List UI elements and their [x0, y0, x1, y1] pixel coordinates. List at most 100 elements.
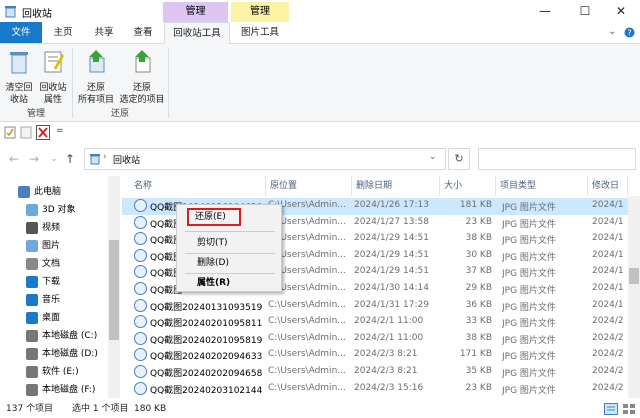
download-icon	[26, 276, 38, 288]
status-selected-count: 选中 1 个项目	[72, 404, 129, 414]
forward-button[interactable]: →	[26, 150, 42, 168]
maximize-button[interactable]: ☐	[566, 0, 604, 24]
cell-type: JPG 图片文件	[502, 352, 556, 363]
column-header-modified[interactable]: 修改日	[588, 176, 628, 196]
breadcrumb-separator-icon[interactable]: ›	[103, 152, 107, 162]
cell-date: 2024/1/31 17:29	[354, 299, 429, 310]
empty-recycle-bin-button[interactable]: 清空回 收站	[2, 48, 36, 106]
cell-size: 38 KB	[465, 332, 492, 343]
cell-mod: 2024/2	[592, 349, 624, 360]
nav-scrollbar-thumb[interactable]	[109, 240, 119, 340]
nav-item[interactable]: 下载	[0, 272, 120, 292]
document-icon	[26, 258, 38, 270]
cell-mod: 2024/2	[592, 316, 624, 327]
cell-type: JPG 图片文件	[502, 369, 556, 379]
address-dropdown-icon[interactable]: ⌄	[429, 152, 437, 162]
ribbon-tabs: 文件 主页 共享 查看 回收站工具 图片工具 ⌄ ?	[0, 22, 640, 44]
nav-item[interactable]: 本地磁盘 (D:)	[0, 344, 120, 364]
empty-bin-label-2: 收站	[9, 95, 28, 105]
cell-date: 2024/2/1 11:00	[354, 332, 424, 343]
restore-selected-label-2: 选定的项目	[119, 95, 165, 105]
jpg-file-icon	[134, 199, 147, 212]
cell-mod: 2024/2	[592, 366, 624, 376]
cell-name: QQ截图20240203102144	[150, 385, 263, 396]
table-row[interactable]: QQ截图20240202094633 C:\Users\Admin... 2024/…	[122, 347, 628, 364]
nav-item[interactable]: 本地磁盘 (F:)	[0, 380, 120, 400]
menu-item-properties[interactable]: 属性(R)	[181, 273, 277, 293]
tab-picture-tools[interactable]: 图片工具	[232, 22, 288, 43]
menu-item-delete[interactable]: 删除(D)	[181, 253, 277, 273]
cell-date: 2024/1/29 14:51	[354, 249, 429, 260]
jpg-file-icon	[134, 265, 147, 279]
cell-size: 33 KB	[465, 316, 492, 327]
cell-date: 2024/2/1 11:00	[354, 316, 424, 327]
context-menu: 还原(E) 剪切(T) 删除(D) 属性(R)	[176, 204, 282, 292]
jpg-file-icon	[134, 248, 147, 262]
nav-item-label: 本地磁盘 (D:)	[42, 349, 98, 359]
title-bar: 回收站 管理 管理 — ☐ ✕	[0, 0, 640, 24]
refresh-button[interactable]: ↻	[448, 148, 470, 170]
ribbon-collapse-icon[interactable]: ⌄	[608, 26, 616, 37]
properties-qat-icon[interactable]	[4, 126, 16, 139]
drive-icon	[26, 384, 38, 396]
column-header-original-location[interactable]: 原位置	[266, 176, 352, 196]
cell-mod: 2024/1	[592, 216, 624, 227]
recent-locations-button[interactable]: ⌄	[46, 150, 62, 168]
large-icons-view-icon[interactable]	[622, 403, 636, 415]
restore-all-button[interactable]: 还原 所有项目	[74, 48, 118, 106]
cell-size: 23 KB	[465, 216, 492, 227]
table-row[interactable]: QQ截图20240203102144 C:\Users\Admin... 2024/…	[122, 381, 628, 398]
file-list-scrollbar[interactable]	[628, 196, 640, 398]
tab-view[interactable]: 查看	[124, 22, 162, 43]
address-bar[interactable]: › 回收站 ⌄	[84, 148, 446, 170]
nav-item[interactable]: 桌面	[0, 308, 120, 328]
details-view-icon[interactable]	[604, 403, 618, 415]
nav-item[interactable]: 此电脑	[0, 182, 120, 202]
restore-selected-button[interactable]: 还原 选定的项目	[118, 48, 166, 106]
search-input[interactable]	[478, 148, 636, 170]
nav-item[interactable]: 3D 对象	[0, 200, 120, 220]
menu-item-cut[interactable]: 剪切(T)	[181, 233, 277, 253]
cell-type: JPG 图片文件	[502, 203, 556, 213]
delete-qat-icon[interactable]	[36, 125, 50, 140]
column-header-name[interactable]: 名称	[130, 176, 266, 196]
cell-type: JPG 图片文件	[502, 219, 556, 230]
address-path[interactable]: 回收站	[113, 153, 140, 166]
menu-item-restore[interactable]: 还原(E)	[187, 208, 241, 226]
table-row[interactable]: QQ截图20240202094658 C:\Users\Admin... 2024/…	[122, 364, 628, 381]
column-header-date-deleted[interactable]: 删除日期	[352, 176, 440, 196]
new-folder-qat-icon[interactable]	[20, 126, 32, 139]
nav-item[interactable]: 音乐	[0, 290, 120, 310]
nav-item[interactable]: 视频	[0, 218, 120, 238]
cell-size: 181 KB	[459, 200, 492, 210]
table-row[interactable]: QQ截图20240131093519 C:\Users\Admin... 2024/…	[122, 298, 628, 315]
cell-mod: 2024/1	[592, 200, 624, 210]
tab-recycle-bin-tools[interactable]: 回收站工具	[164, 22, 230, 44]
tab-file[interactable]: 文件	[0, 22, 42, 43]
nav-item-label: 下载	[42, 277, 61, 287]
cell-mod: 2024/2	[592, 382, 624, 393]
nav-item[interactable]: 本地磁盘 (C:)	[0, 326, 120, 346]
cell-type: JPG 图片文件	[502, 286, 556, 296]
help-icon[interactable]: ?	[624, 27, 635, 38]
column-header-size[interactable]: 大小	[440, 176, 496, 196]
tab-share[interactable]: 共享	[84, 22, 124, 43]
nav-item[interactable]: 文档	[0, 254, 120, 274]
qat-customize-icon[interactable]: =	[56, 126, 64, 136]
up-button[interactable]: ↑	[62, 150, 78, 168]
minimize-button[interactable]: —	[526, 0, 564, 24]
cell-date: 2024/1/29 14:51	[354, 266, 429, 277]
file-list-scrollbar-thumb[interactable]	[629, 268, 639, 284]
nav-item[interactable]: 图片	[0, 236, 120, 256]
recycle-bin-properties-button[interactable]: 回收站 属性	[36, 48, 70, 106]
tab-home[interactable]: 主页	[42, 22, 84, 43]
back-button[interactable]: ←	[6, 150, 22, 168]
recycle-bin-icon	[90, 154, 100, 165]
column-header-item-type[interactable]: 项目类型	[496, 176, 588, 196]
close-button[interactable]: ✕	[602, 0, 640, 24]
cell-mod: 2024/2	[592, 332, 624, 343]
cell-size: 37 KB	[465, 266, 492, 277]
table-row[interactable]: QQ截图20240201095811 C:\Users\Admin... 2024/…	[122, 314, 628, 331]
table-row[interactable]: QQ截图20240201095819 C:\Users\Admin... 2024/…	[122, 331, 628, 348]
nav-item[interactable]: 软件 (E:)	[0, 362, 120, 382]
